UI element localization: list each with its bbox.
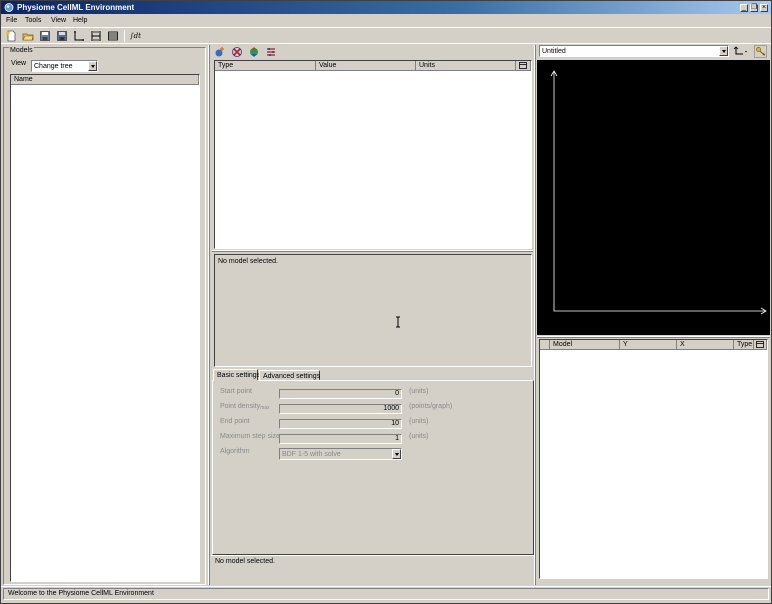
info-panel: No model selected. (214, 254, 532, 367)
graph-select[interactable]: Untitled (539, 45, 729, 57)
trace-select-column-header[interactable] (540, 340, 550, 350)
status-bar: Welcome to the Physiome CellML Environme… (3, 588, 769, 600)
refresh-icon[interactable] (248, 46, 260, 58)
menu-help[interactable]: Help (73, 16, 87, 26)
chevron-down-icon[interactable] (88, 61, 97, 71)
app-icon (4, 3, 14, 12)
chevron-down-icon[interactable] (392, 449, 401, 459)
point-density-subscript: max (260, 405, 270, 411)
end-point-units: (units) (409, 418, 429, 425)
restore-button[interactable]: ❐ (750, 4, 758, 12)
start-point-input[interactable]: 0 (279, 389, 402, 399)
view-select[interactable]: Change tree (31, 60, 98, 72)
start-point-units: (units) (409, 388, 429, 395)
max-step-size-units: (units) (409, 433, 429, 440)
axis-icon[interactable] (73, 30, 85, 42)
model-column-header[interactable]: Model (550, 340, 620, 350)
menu-bar: File Tools View Help (1, 15, 771, 27)
type-column-header[interactable]: Type (215, 61, 316, 71)
fit-icon[interactable] (90, 30, 102, 42)
graph-splitter[interactable] (537, 336, 770, 338)
algorithm-label: Algorithm (220, 448, 250, 455)
menu-file[interactable]: File (6, 16, 17, 26)
max-step-size-label: Maximum step size (220, 433, 280, 440)
value-column-header[interactable]: Value (316, 61, 416, 71)
save-all-icon[interactable] (56, 30, 68, 42)
graph-select-value: Untitled (542, 48, 566, 55)
toolbar-separator (124, 30, 125, 42)
status-message: Welcome to the Physiome CellML Environme… (8, 590, 154, 597)
right-splitter[interactable] (534, 45, 536, 585)
axis-dropdown-icon[interactable] (733, 46, 749, 57)
close-button[interactable]: × (760, 4, 768, 12)
column-chooser-button[interactable] (516, 61, 531, 71)
point-density-label-text: Point density (220, 403, 261, 410)
menu-tools[interactable]: Tools (25, 16, 41, 26)
view-select-value: Change tree (34, 63, 73, 70)
models-tree[interactable]: Name (10, 74, 200, 582)
point-density-label: Point densitymax (220, 402, 270, 412)
menu-view[interactable]: View (51, 16, 66, 26)
name-column-header: Name (14, 76, 33, 83)
end-point-label: End point (220, 418, 250, 425)
toolbar-separator-line (1, 43, 771, 44)
center-splitter[interactable] (212, 250, 533, 252)
traces-column-chooser-button[interactable] (754, 340, 767, 350)
status-separator (1, 586, 771, 587)
graph-axes (550, 70, 767, 315)
models-group-label: Models (9, 46, 34, 55)
max-step-size-input[interactable]: 1 (279, 434, 402, 444)
point-density-units: (points/graph) (409, 403, 453, 410)
y-column-header[interactable]: Y (620, 340, 677, 350)
remove-icon[interactable] (231, 46, 243, 58)
column-chooser-icon (519, 62, 527, 69)
center-status-message: No model selected. (215, 558, 275, 565)
active-tab-joiner (214, 380, 258, 382)
models-tree-header[interactable]: Name (11, 75, 199, 85)
traces-table[interactable]: Model Y X Type (539, 339, 768, 579)
trace-type-column-header[interactable]: Type (734, 340, 754, 350)
minimize-button[interactable]: _ (740, 4, 748, 12)
fit-all-icon[interactable] (107, 30, 119, 42)
title-bar[interactable]: Physiome CellML Environment _ ❐ × (1, 1, 771, 14)
key-icon[interactable] (754, 45, 767, 58)
end-point-input[interactable]: 10 (279, 419, 402, 429)
text-cursor-icon (396, 316, 400, 328)
chevron-down-icon[interactable] (719, 46, 728, 56)
window-title: Physiome CellML Environment (17, 3, 135, 12)
menu-separator (1, 27, 771, 28)
start-point-label: Start point (220, 388, 252, 395)
new-file-icon[interactable] (5, 30, 17, 42)
point-density-input[interactable]: 1000 (279, 404, 402, 414)
options-icon[interactable] (265, 46, 277, 58)
integral-button[interactable]: ∫dt (130, 31, 141, 41)
info-message: No model selected. (218, 258, 278, 265)
toolbar: ∫dt (1, 29, 771, 43)
graph-canvas[interactable] (537, 60, 770, 335)
algorithm-select-value: BDF 1-5 with solve (282, 451, 341, 458)
view-label: View (11, 60, 27, 67)
left-splitter[interactable] (208, 45, 210, 585)
variables-table[interactable]: Type Value Units (214, 60, 532, 249)
open-folder-icon[interactable] (22, 30, 34, 42)
column-chooser-icon (756, 341, 764, 348)
center-status-separator (211, 555, 534, 556)
save-icon[interactable] (39, 30, 51, 42)
algorithm-select[interactable]: BDF 1-5 with solve (279, 448, 402, 460)
x-column-header[interactable]: X (677, 340, 734, 350)
units-column-header[interactable]: Units (416, 61, 516, 71)
add-model-icon[interactable] (214, 46, 226, 58)
